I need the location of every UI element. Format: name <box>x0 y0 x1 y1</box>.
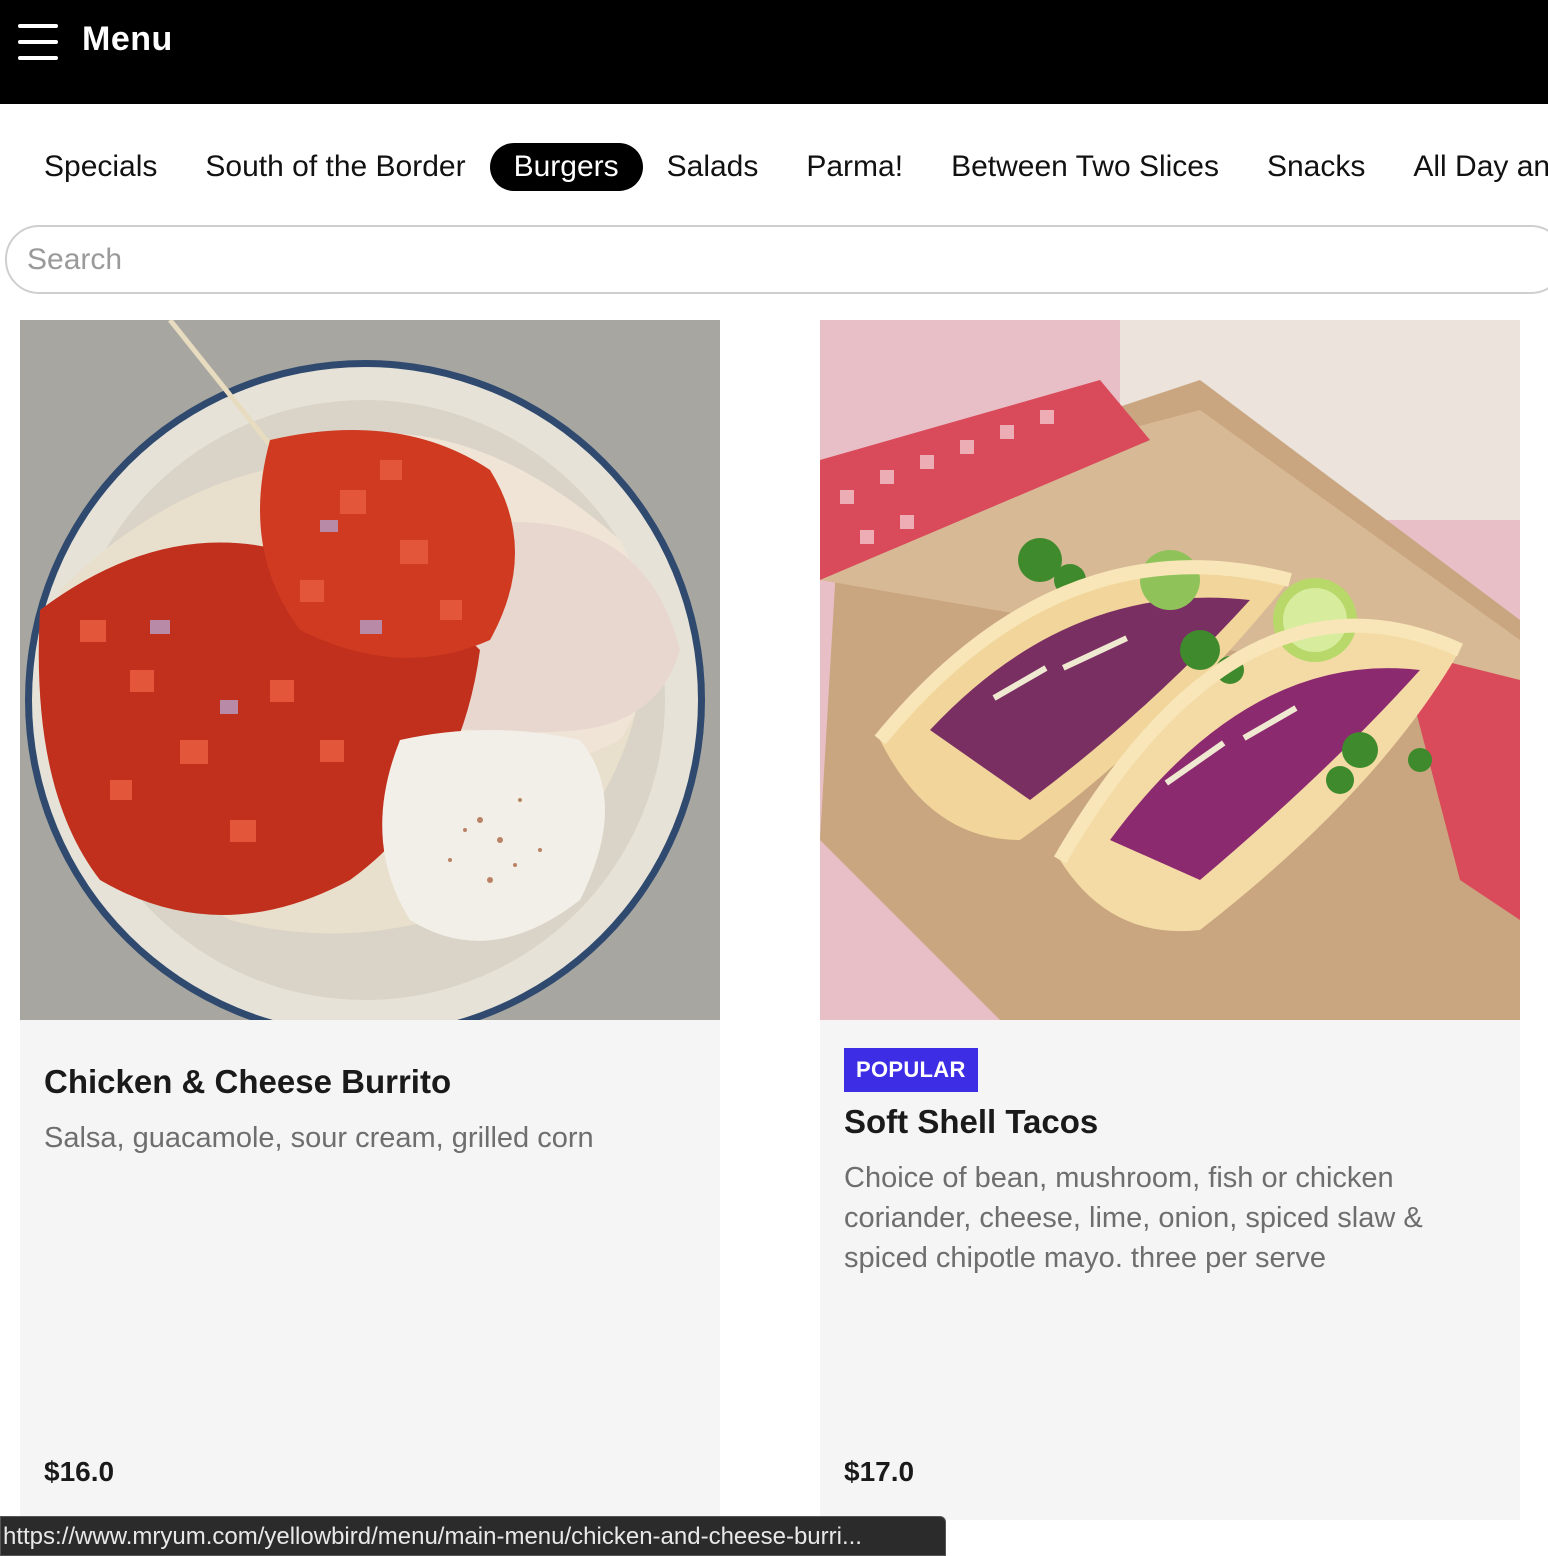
category-tabs: Specials South of the Border Burgers Sal… <box>20 140 1548 194</box>
item-price: $16.0 <box>44 1456 115 1487</box>
tab-burgers[interactable]: Burgers <box>489 143 643 191</box>
tab-specials[interactable]: Specials <box>20 143 181 191</box>
page-title: Menu <box>82 20 173 58</box>
link-status-bar: https://www.mryum.com/yellowbird/menu/ma… <box>0 1516 946 1556</box>
item-price: $17.0 <box>844 1456 915 1487</box>
top-bar: Menu <box>0 0 1548 104</box>
search-input[interactable] <box>27 242 1543 277</box>
tab-parma[interactable]: Parma! <box>782 143 927 191</box>
item-description: Salsa, guacamole, sour cream, grilled co… <box>44 1122 594 1154</box>
tab-all-day[interactable]: All Day an <box>1389 143 1548 191</box>
popular-badge: POPULAR <box>844 1048 978 1092</box>
tab-south-of-the-border[interactable]: South of the Border <box>181 143 489 191</box>
card-body: POPULAR Soft Shell Tacos Choice of bean,… <box>820 1020 1520 1520</box>
tacos-photo <box>820 320 1520 1020</box>
item-name: Chicken & Cheese Burrito <box>44 1063 452 1100</box>
tab-salads[interactable]: Salads <box>643 143 783 191</box>
item-description: Choice of bean, mushroom, fish or chicke… <box>844 1162 1423 1274</box>
tab-between-two-slices[interactable]: Between Two Slices <box>927 143 1243 191</box>
item-name: Soft Shell Tacos <box>844 1103 1099 1140</box>
tab-snacks[interactable]: Snacks <box>1243 143 1389 191</box>
search-box <box>5 225 1548 294</box>
burrito-photo <box>20 320 720 1020</box>
menu-item-card[interactable]: POPULAR Soft Shell Tacos Choice of bean,… <box>820 320 1520 1520</box>
menu-item-card[interactable]: Chicken & Cheese Burrito Salsa, guacamol… <box>20 320 720 1520</box>
hamburger-icon[interactable] <box>18 24 58 60</box>
card-body: Chicken & Cheese Burrito Salsa, guacamol… <box>20 1020 720 1520</box>
